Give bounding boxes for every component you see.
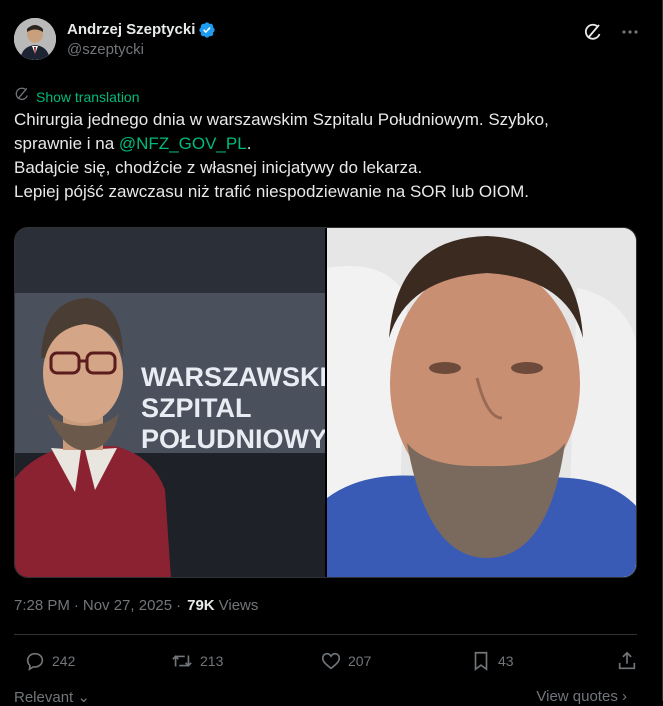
grok-icon[interactable] xyxy=(583,22,603,42)
repost-button[interactable]: 213 xyxy=(164,650,223,672)
bookmark-icon xyxy=(470,650,492,672)
reply-icon xyxy=(24,650,46,672)
action-bar: 242 213 207 43 xyxy=(14,650,637,676)
photo-hospital-sign[interactable]: WARSZAWSKI SZPITAL POŁUDNIOWY xyxy=(15,228,327,577)
repost-count: 213 xyxy=(200,653,224,669)
chevron-right-icon: › xyxy=(617,688,627,705)
tweet-line-2-suffix: . xyxy=(246,134,252,153)
share-icon xyxy=(616,650,638,672)
mention-link[interactable]: @NFZ_GOV_PL xyxy=(119,134,247,153)
tweet-header: Andrzej Szeptycki @szeptycki xyxy=(14,18,216,60)
show-translation-label: Show translation xyxy=(36,88,140,105)
bookmark-button[interactable]: 43 xyxy=(464,650,514,672)
sign-line-1: WARSZAWSKI xyxy=(141,362,325,392)
repost-icon xyxy=(170,650,194,672)
tweet-line-3: Badajcie się, chodźcie z własnej inicjat… xyxy=(14,158,423,177)
handle[interactable]: @szeptycki xyxy=(67,41,216,58)
view-quotes-link[interactable]: View quotes › xyxy=(536,688,627,705)
like-button[interactable]: 207 xyxy=(314,650,371,672)
view-quotes-label: View quotes xyxy=(536,688,618,705)
tweet-text: Chirurgia jednego dnia w warszawskim Szp… xyxy=(14,108,639,204)
reply-button[interactable]: 242 xyxy=(18,650,75,672)
sign-line-3: POŁUDNIOWY xyxy=(141,424,325,454)
share-button[interactable] xyxy=(610,650,638,672)
sort-relevant-button[interactable]: Relevant ⌄ xyxy=(14,688,90,706)
like-count: 207 xyxy=(348,653,372,669)
views-label: Views xyxy=(218,597,259,614)
views-count: 79K xyxy=(187,597,215,614)
meta-separator: · xyxy=(73,597,79,614)
photo-hospital-bed[interactable] xyxy=(327,228,636,577)
meta-separator-2: · xyxy=(176,597,182,614)
translate-icon xyxy=(14,86,30,107)
relevant-label: Relevant xyxy=(14,689,74,706)
reply-count: 242 xyxy=(52,653,76,669)
tweet-line-1: Chirurgia jednego dnia w warszawskim Szp… xyxy=(14,110,549,129)
show-translation-link[interactable]: Show translation xyxy=(14,86,140,107)
verified-badge-icon[interactable] xyxy=(198,21,216,39)
top-actions xyxy=(583,22,639,42)
bookmark-count: 43 xyxy=(498,653,514,669)
tweet-line-2: sprawnie i na @NFZ_GOV_PL. xyxy=(14,132,639,156)
tweet-time[interactable]: 7:28 PM xyxy=(14,597,70,614)
chevron-down-icon: ⌄ xyxy=(73,689,90,706)
tweet-line-4: Lepiej pójść zawczasu niż trafić niespod… xyxy=(14,182,529,201)
meta-divider xyxy=(14,634,637,635)
avatar[interactable] xyxy=(14,18,56,60)
more-icon[interactable] xyxy=(621,23,639,41)
display-name[interactable]: Andrzej Szeptycki xyxy=(67,21,195,38)
tweet-line-2-prefix: sprawnie i na xyxy=(14,134,119,153)
like-icon xyxy=(320,650,342,672)
media-grid: WARSZAWSKI SZPITAL POŁUDNIOWY xyxy=(14,227,637,578)
sign-line-2: SZPITAL xyxy=(141,393,252,423)
tweet-date[interactable]: Nov 27, 2025 xyxy=(83,597,172,614)
tweet-meta: 7:28 PM · Nov 27, 2025 · 79K Views xyxy=(14,597,258,614)
